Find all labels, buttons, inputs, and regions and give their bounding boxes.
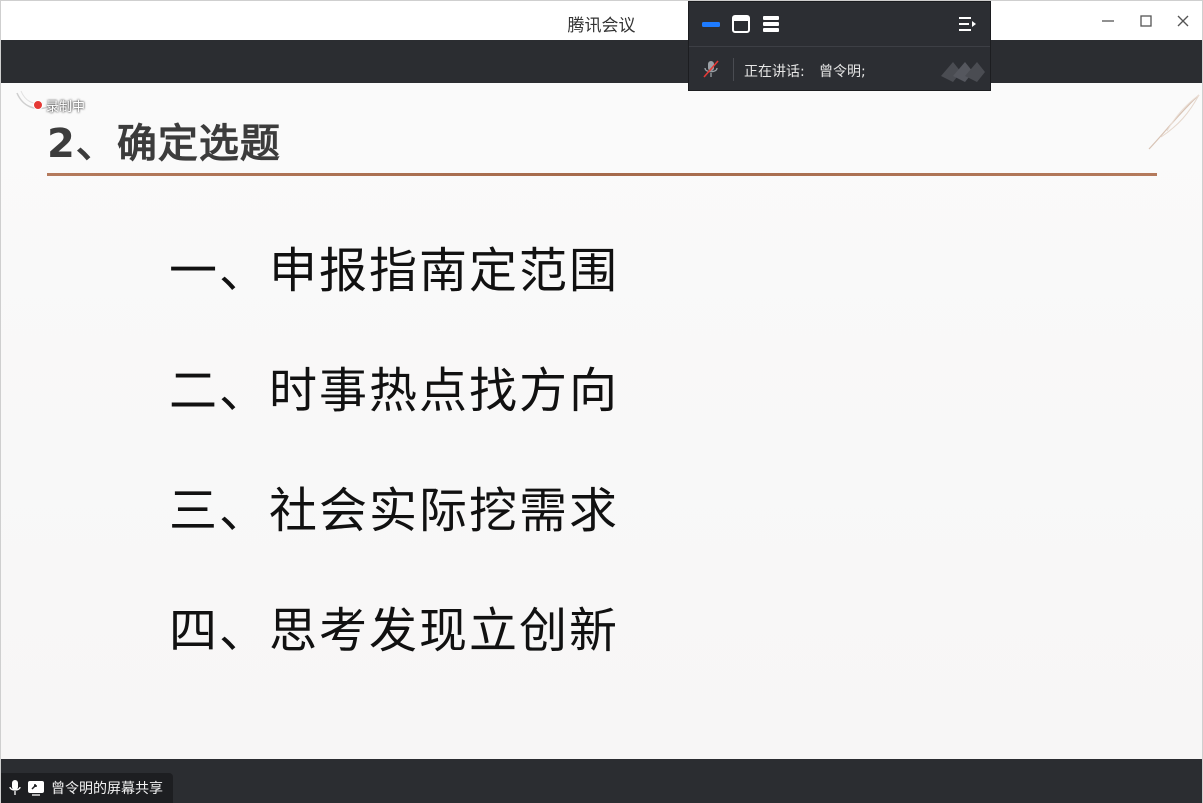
title-divider xyxy=(47,173,1157,176)
slide-title: 2、确定选题 xyxy=(47,121,281,167)
screen-share-label: 曾令明的屏幕共享 xyxy=(51,781,163,797)
topic-list: 一、申报指南定范围 二、时事热点找方向 三、社会实际挖需求 四、思考发现立创新 xyxy=(169,243,619,723)
gallery-view-icon[interactable] xyxy=(701,14,721,34)
bottom-letterbox xyxy=(1,759,1202,803)
recording-label: 录制中 xyxy=(46,99,86,115)
top-letterbox xyxy=(1,40,1202,83)
speaking-label: 正在讲话: xyxy=(744,64,805,80)
app-window: 腾讯会议 2、确定选题 一、申报指南定范围 二、时事热点找方向 三、社会实际挖需… xyxy=(0,0,1203,803)
screen-share-icon xyxy=(28,781,44,796)
window-view-icon[interactable] xyxy=(731,14,751,34)
minimize-icon xyxy=(1102,20,1114,22)
topic-item: 三、社会实际挖需求 xyxy=(169,483,620,539)
speaker-panel[interactable]: 正在讲话: 曾令明; xyxy=(688,1,991,91)
record-dot-icon xyxy=(33,100,43,110)
topic-item: 二、时事热点找方向 xyxy=(169,363,620,419)
view-toolbar xyxy=(689,2,990,47)
speaker-name: 曾令明; xyxy=(819,64,866,80)
decorative-feather-icon xyxy=(1148,94,1200,150)
recording-indicator[interactable]: 录制中 xyxy=(33,95,85,115)
window-title: 腾讯会议 xyxy=(567,16,636,36)
list-view-icon[interactable] xyxy=(761,14,781,34)
topic-item: 四、思考发现立创新 xyxy=(169,603,620,659)
shared-slide: 2、确定选题 一、申报指南定范围 二、时事热点找方向 三、社会实际挖需求 四、思… xyxy=(1,83,1202,759)
close-icon xyxy=(1177,15,1189,27)
tencent-meeting-logo-icon xyxy=(941,62,985,82)
screen-share-tag[interactable]: 曾令明的屏幕共享 xyxy=(1,773,173,803)
mic-muted-icon[interactable] xyxy=(701,59,721,79)
speaking-status: 正在讲话: 曾令明; xyxy=(689,48,990,91)
topic-item: 一、申报指南定范围 xyxy=(169,243,620,299)
menu-icon[interactable] xyxy=(957,14,977,34)
minimize-button[interactable] xyxy=(1096,9,1120,33)
maximize-icon xyxy=(1140,15,1152,27)
maximize-button[interactable] xyxy=(1134,9,1158,33)
close-button[interactable] xyxy=(1171,9,1195,33)
mic-icon xyxy=(9,780,21,795)
panel-divider xyxy=(733,58,734,81)
title-bar[interactable]: 腾讯会议 xyxy=(1,1,1202,40)
